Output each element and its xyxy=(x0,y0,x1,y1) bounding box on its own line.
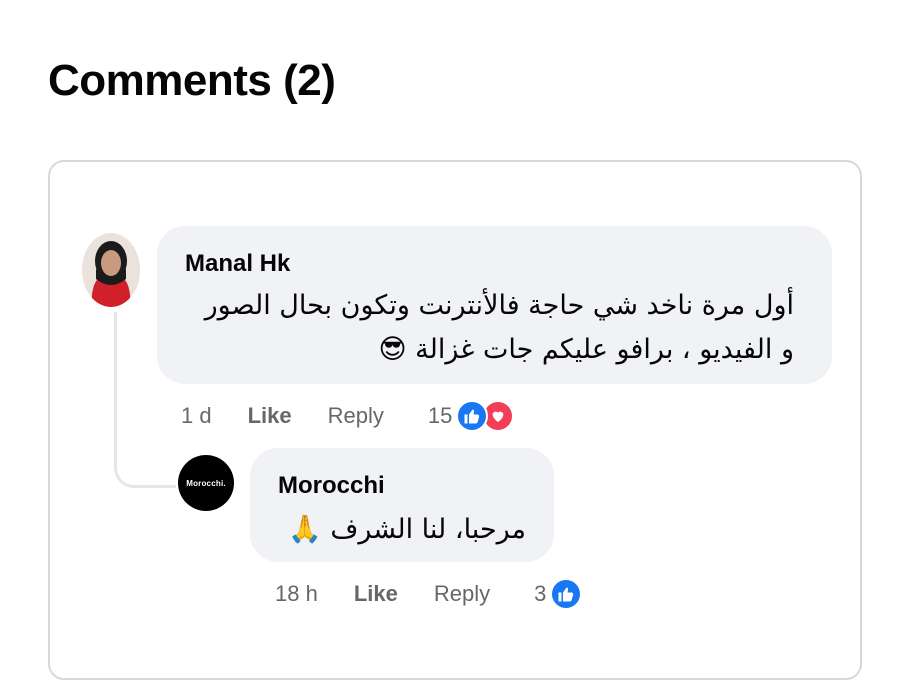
thread-line xyxy=(114,312,117,440)
comment-text: أول مرة ناخد شي حاجة فالأنترنت وتكون بحا… xyxy=(204,290,794,365)
reply-button[interactable]: Reply xyxy=(434,581,490,607)
avatar-logo-text: Morocchi. xyxy=(186,478,226,488)
comment-time[interactable]: 18 h xyxy=(275,581,318,607)
reaction-count[interactable]: 15 xyxy=(428,403,452,429)
comment-time[interactable]: 1 d xyxy=(181,403,212,429)
comment-author[interactable]: Morocchi xyxy=(278,472,385,500)
like-button[interactable]: Like xyxy=(248,403,292,429)
like-button[interactable]: Like xyxy=(354,581,398,607)
avatar[interactable] xyxy=(82,233,140,307)
comment-bubble: Manal Hk أول مرة ناخد شي حاجة فالأنترنت … xyxy=(157,226,832,384)
like-icon xyxy=(456,400,489,432)
like-icon xyxy=(550,578,583,610)
comment-bubble: Morocchi مرحبا، لنا الشرف 🙏 xyxy=(250,448,554,562)
comment-text: مرحبا، لنا الشرف 🙏 xyxy=(288,514,526,545)
reaction-count[interactable]: 3 xyxy=(534,581,546,607)
reply-button[interactable]: Reply xyxy=(328,403,384,429)
comment-actions: 18 h Like Reply 3 xyxy=(275,578,583,610)
page-title: Comments (2) xyxy=(48,56,336,105)
comment-actions: 1 d Like Reply 15 xyxy=(181,400,515,432)
reactions[interactable] xyxy=(456,400,515,432)
comment-author[interactable]: Manal Hk xyxy=(185,250,290,278)
reactions[interactable] xyxy=(550,578,583,610)
thread-connector xyxy=(114,438,176,488)
avatar[interactable]: Morocchi. xyxy=(178,455,234,511)
